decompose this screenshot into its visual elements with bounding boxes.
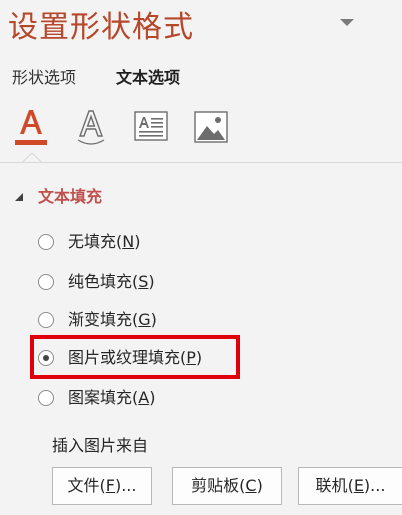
radio-button-selected[interactable] (38, 350, 54, 366)
radio-selected-dot (43, 355, 49, 361)
radio-label: 无填充(N) (68, 232, 141, 251)
picture-format-button[interactable] (190, 104, 232, 150)
text-options-icon-row (0, 104, 402, 160)
text-outline-icon (77, 110, 105, 145)
tab-text-options[interactable]: 文本选项 (116, 64, 180, 92)
tab-shape-options[interactable]: 形状选项 (12, 64, 76, 92)
radio-button[interactable] (38, 390, 54, 406)
text-fill-outline-button[interactable] (10, 104, 52, 150)
picture-icon (194, 111, 228, 143)
insert-online-button[interactable]: 联机(E)... (298, 467, 402, 505)
chevron-down-icon (340, 19, 354, 26)
radio-label: 纯色填充(S) (68, 272, 155, 291)
radio-label: 图片或纹理填充(P) (68, 348, 203, 367)
collapse-triangle-icon (15, 193, 23, 201)
text-fill-icon (15, 110, 47, 145)
section-divider (0, 162, 402, 163)
radio-button[interactable] (38, 274, 54, 290)
insert-from-file-button[interactable]: 文件(F)... (52, 467, 152, 505)
insert-picture-from-label: 插入图片来自 (52, 436, 149, 455)
radio-label: 渐变填充(G) (68, 310, 157, 329)
radio-button[interactable] (38, 234, 54, 250)
text-box-icon (134, 111, 168, 141)
radio-label: 图案填充(A) (68, 388, 156, 407)
section-title: 文本填充 (38, 187, 103, 206)
text-effects-button[interactable] (70, 104, 112, 150)
pane-title: 设置形状格式 (8, 10, 194, 45)
insert-from-clipboard-button[interactable]: 剪贴板(C) (172, 467, 282, 505)
format-shape-pane: 设置形状格式 形状选项 文本选项 文本填充 无填充(N) 纯色填充(S) 渐变填… (0, 0, 402, 515)
text-box-button[interactable] (130, 104, 172, 150)
radio-button[interactable] (38, 312, 54, 328)
pane-options-dropdown[interactable] (338, 16, 356, 28)
